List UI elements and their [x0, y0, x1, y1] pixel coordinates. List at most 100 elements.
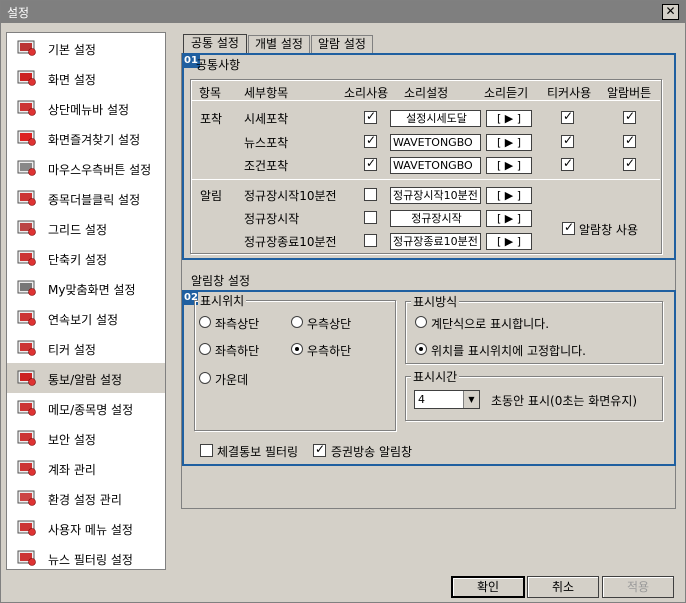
settings-window: 설정 ✕ 기본 설정화면 설정상단메뉴바 설정화면즐겨찾기 설정마우스우측버튼 …: [0, 0, 686, 603]
magnifier-icon: [17, 309, 37, 327]
sound-use-checkbox[interactable]: [364, 109, 377, 124]
sidebar-item[interactable]: 화면 설정: [7, 63, 165, 93]
sidebar-item[interactable]: 그리드 설정: [7, 213, 165, 243]
mouse-icon: [17, 159, 37, 177]
sidebar-item-label: 마우스우측버튼 설정: [48, 163, 152, 177]
ticker-use-checkbox[interactable]: [561, 133, 574, 148]
sidebar-item-label: 뉴스 필터링 설정: [48, 553, 133, 567]
play-sound-button[interactable]: [ ▶ ]: [486, 134, 532, 151]
sound-use-checkbox[interactable]: [364, 156, 377, 171]
duration-select[interactable]: 4 ▼: [414, 390, 480, 409]
group-name: 포착: [200, 112, 223, 126]
sidebar-item[interactable]: 화면즐겨찾기 설정: [7, 123, 165, 153]
sidebar-item-label: 상단메뉴바 설정: [48, 103, 130, 117]
position-radio[interactable]: [199, 343, 211, 355]
position-radio-label: 좌측하단: [215, 344, 260, 358]
hotkey-icon: [17, 249, 37, 267]
sidebar-item-label: 화면 설정: [48, 73, 96, 87]
position-radio-label: 우측상단: [307, 317, 352, 331]
play-sound-button[interactable]: [ ▶ ]: [486, 110, 532, 127]
play-sound-button[interactable]: [ ▶ ]: [486, 210, 532, 227]
window-title: 설정: [7, 6, 30, 20]
alarm-window-use-checkbox[interactable]: [562, 220, 575, 235]
method-group-title: 표시방식: [411, 293, 460, 310]
sidebar-item-label: 통보/알람 설정: [48, 373, 123, 387]
chevron-down-icon[interactable]: ▼: [463, 391, 479, 408]
row-item-label: 시세포착: [244, 112, 289, 126]
grid-icon: [17, 219, 37, 237]
sound-use-checkbox[interactable]: [364, 188, 377, 201]
sidebar-item[interactable]: 티커 설정: [7, 333, 165, 363]
sidebar-item-label: 그리드 설정: [48, 223, 108, 237]
ticker-use-checkbox[interactable]: [561, 109, 574, 124]
tab-alarm[interactable]: 알람 설정: [311, 35, 373, 54]
play-sound-button[interactable]: [ ▶ ]: [486, 233, 532, 250]
position-radio[interactable]: [291, 343, 303, 355]
fill-notice-filter-label: 체결통보 필터링: [217, 445, 299, 459]
sidebar-item[interactable]: 환경 설정 관리: [7, 483, 165, 513]
sound-file-field[interactable]: 정규장시작10분전: [390, 187, 481, 204]
sidebar-item[interactable]: 보안 설정: [7, 423, 165, 453]
tab-common[interactable]: 공통 설정: [183, 34, 247, 54]
tab-individual[interactable]: 개별 설정: [248, 35, 310, 54]
row-item-label: 조건포착: [244, 159, 289, 173]
sound-file-field[interactable]: WAVETONGBO: [390, 134, 481, 151]
sidebar-item[interactable]: 통보/알람 설정: [7, 363, 165, 393]
sidebar-item[interactable]: 종목더블클릭 설정: [7, 183, 165, 213]
fill-notice-filter-checkbox[interactable]: [200, 444, 213, 457]
position-group-title: 표시위치: [198, 292, 247, 309]
sidebar-item-label: 계좌 관리: [48, 463, 96, 477]
position-radio-label: 우측하단: [307, 344, 352, 358]
row-item-label: 정규장시작10분전: [244, 189, 337, 203]
star-icon: [17, 129, 37, 147]
ticker-use-checkbox[interactable]: [561, 156, 574, 171]
sidebar-item[interactable]: 상단메뉴바 설정: [7, 93, 165, 123]
alarm-button-checkbox[interactable]: [623, 156, 636, 171]
ok-button[interactable]: 확인: [451, 576, 525, 598]
sidebar-item[interactable]: 메모/종목명 설정: [7, 393, 165, 423]
sidebar-item[interactable]: 단축키 설정: [7, 243, 165, 273]
method-radio[interactable]: [415, 343, 427, 355]
close-button[interactable]: ✕: [662, 4, 679, 20]
alarm-button-checkbox[interactable]: [623, 133, 636, 148]
sound-use-checkbox[interactable]: [364, 211, 377, 224]
sound-file-field[interactable]: 정규장시작: [390, 210, 481, 227]
account-icon: [17, 459, 37, 477]
sound-use-checkbox[interactable]: [364, 133, 377, 148]
alarm-window-section-label: 알림창 설정: [191, 274, 251, 288]
sidebar-item[interactable]: 연속보기 설정: [7, 303, 165, 333]
alarm-window-use-label: 알람창 사용: [579, 223, 639, 237]
position-radio[interactable]: [199, 316, 211, 328]
row-item-label: 뉴스포착: [244, 136, 289, 150]
header-divider: [192, 100, 660, 101]
alarm-button-checkbox[interactable]: [623, 109, 636, 124]
broadcast-alert-checkbox[interactable]: [313, 442, 326, 457]
menubar-icon: [17, 99, 37, 117]
table-header-cell: 항목: [199, 86, 222, 100]
sidebar-item-label: My맞춤화면 설정: [48, 283, 136, 297]
sidebar-item[interactable]: 계좌 관리: [7, 453, 165, 483]
sidebar-item-label: 연속보기 설정: [48, 313, 119, 327]
row-item-label: 정규장시작: [244, 212, 300, 226]
sound-use-checkbox[interactable]: [364, 234, 377, 247]
title-bar[interactable]: 설정 ✕: [1, 1, 685, 23]
position-radio[interactable]: [291, 316, 303, 328]
play-sound-button[interactable]: [ ▶ ]: [486, 187, 532, 204]
sound-file-field[interactable]: 정규장종료10분전: [390, 233, 481, 250]
user-menu-icon: [17, 519, 37, 537]
position-radio[interactable]: [199, 372, 211, 384]
sound-file-field[interactable]: WAVETONGBO: [390, 157, 481, 174]
sidebar-item[interactable]: 기본 설정: [7, 33, 165, 63]
cancel-button[interactable]: 취소: [527, 576, 599, 598]
sidebar-item[interactable]: 사용자 메뉴 설정: [7, 513, 165, 543]
play-sound-button[interactable]: [ ▶ ]: [486, 157, 532, 174]
method-radio[interactable]: [415, 316, 427, 328]
sidebar-item[interactable]: 마우스우측버튼 설정: [7, 153, 165, 183]
sidebar-item[interactable]: 뉴스 필터링 설정: [7, 543, 165, 569]
method-radio-label: 계단식으로 표시합니다.: [431, 317, 550, 331]
sidebar-item[interactable]: My맞춤화면 설정: [7, 273, 165, 303]
sound-file-field[interactable]: 설정시세도달: [390, 110, 481, 127]
duration-value: 4: [418, 393, 425, 406]
apply-button[interactable]: 적용: [602, 576, 674, 598]
gear-icon: [17, 489, 37, 507]
